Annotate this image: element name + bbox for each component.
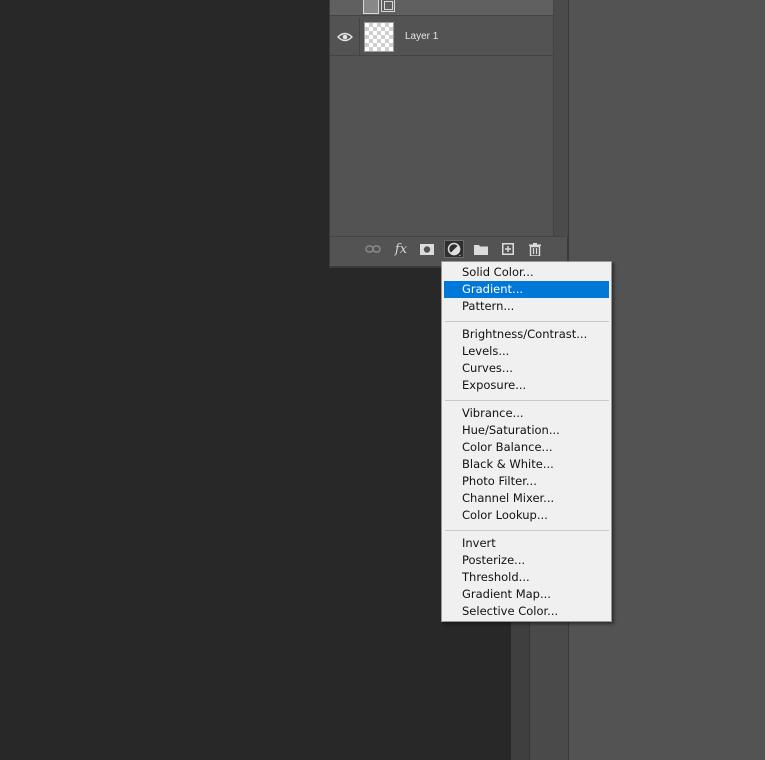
layers-scrollbar[interactable] <box>553 0 568 236</box>
menu-item-curves[interactable]: Curves... <box>444 360 609 377</box>
menu-separator <box>445 400 609 401</box>
layer-style-button[interactable]: fx <box>391 240 411 258</box>
layer-row[interactable]: Layer 1 <box>330 18 553 56</box>
add-mask-button[interactable] <box>417 240 437 258</box>
menu-item-selective-color[interactable]: Selective Color... <box>444 603 609 620</box>
new-layer-button[interactable] <box>498 240 518 258</box>
menu-item-gradient-map[interactable]: Gradient Map... <box>444 586 609 603</box>
photoshop-workspace: Layer 1 fx Solid Color... Gradient... Pa… <box>0 0 765 760</box>
layer-mask-icon <box>420 243 434 255</box>
adjustment-layer-icon <box>447 242 461 256</box>
link-icon <box>365 245 381 253</box>
visibility-toggle[interactable] <box>330 18 360 56</box>
new-layer-icon <box>502 243 514 255</box>
layer-name: Layer 1 <box>405 31 439 42</box>
layers-panel: Layer 1 fx <box>329 0 568 268</box>
layer-row-partial[interactable] <box>330 0 553 16</box>
menu-item-hue-saturation[interactable]: Hue/Saturation... <box>444 422 609 439</box>
menu-item-solid-color[interactable]: Solid Color... <box>444 264 609 281</box>
menu-separator <box>445 530 609 531</box>
delete-layer-button[interactable] <box>525 240 545 258</box>
menu-separator <box>445 321 609 322</box>
menu-item-invert[interactable]: Invert <box>444 535 609 552</box>
dock-column-strip <box>511 620 529 760</box>
menu-item-gradient[interactable]: Gradient... <box>444 281 609 298</box>
vector-mask-icon <box>381 0 395 12</box>
layers-toolbar: fx <box>330 236 566 260</box>
menu-item-exposure[interactable]: Exposure... <box>444 377 609 394</box>
menu-item-posterize[interactable]: Posterize... <box>444 552 609 569</box>
menu-item-color-balance[interactable]: Color Balance... <box>444 439 609 456</box>
link-layers-button[interactable] <box>363 240 383 258</box>
menu-item-brightness-contrast[interactable]: Brightness/Contrast... <box>444 326 609 343</box>
menu-item-channel-mixer[interactable]: Channel Mixer... <box>444 490 609 507</box>
menu-item-levels[interactable]: Levels... <box>444 343 609 360</box>
menu-item-color-lookup[interactable]: Color Lookup... <box>444 507 609 524</box>
new-adjustment-layer-button[interactable] <box>444 240 464 258</box>
eye-icon <box>336 32 353 42</box>
menu-item-pattern[interactable]: Pattern... <box>444 298 609 315</box>
dock-column-panel <box>529 620 568 760</box>
layer-thumbnail <box>364 22 394 52</box>
fx-icon: fx <box>394 241 408 257</box>
menu-item-photo-filter[interactable]: Photo Filter... <box>444 473 609 490</box>
adjustment-layer-menu: Solid Color... Gradient... Pattern... Br… <box>441 261 612 622</box>
menu-item-threshold[interactable]: Threshold... <box>444 569 609 586</box>
menu-item-vibrance[interactable]: Vibrance... <box>444 405 609 422</box>
layer-thumbnail <box>363 0 379 14</box>
new-group-button[interactable] <box>471 240 491 258</box>
menu-item-black-white[interactable]: Black & White... <box>444 456 609 473</box>
folder-icon <box>474 244 488 255</box>
trash-icon <box>529 242 541 256</box>
